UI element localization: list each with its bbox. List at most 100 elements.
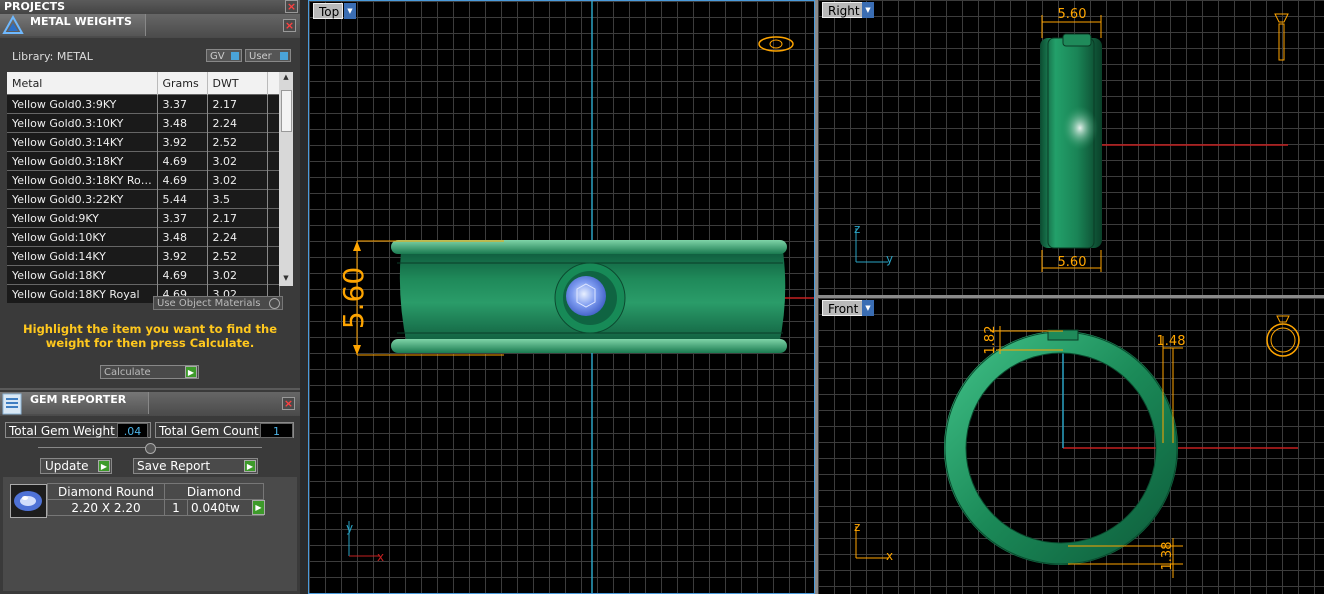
total-gem-weight-value: .04 [117, 423, 148, 438]
gem-row-header[interactable]: Diamond Round Diamond [47, 483, 264, 500]
total-gem-count-value: 1 [260, 423, 293, 438]
cell-grams: 4.69 [157, 170, 208, 190]
gem-thumbnail[interactable] [10, 484, 47, 518]
cell-grams: 4.69 [157, 265, 208, 285]
table-row[interactable]: Yellow Gold0.3:10KY 3.48 2.24 [7, 113, 280, 133]
round-diamond-icon [14, 491, 42, 511]
total-gem-count-label: Total Gem Count [159, 424, 259, 438]
cell-spacer [267, 189, 280, 209]
table-row[interactable]: Yellow Gold0.3:14KY 3.92 2.52 [7, 132, 280, 152]
col-metal-header[interactable]: Metal [7, 72, 158, 95]
calculate-label: Calculate [104, 367, 151, 378]
right-view-label[interactable]: Right [822, 2, 866, 18]
cell-metal: Yellow Gold0.3:14KY [7, 132, 158, 152]
metal-weights-title: METAL WEIGHTS [30, 15, 132, 28]
gem-stone[interactable] [566, 276, 606, 316]
calculate-button[interactable]: Calculate ▶ [100, 365, 199, 379]
cell-metal: Yellow Gold0.3:18KY Royal [7, 170, 158, 190]
table-row[interactable]: Yellow Gold0.3:18KY Royal 4.69 3.02 [7, 170, 280, 190]
front-view-dropdown-icon[interactable]: ▼ [862, 300, 874, 316]
gv-indicator-icon [231, 52, 239, 60]
user-toggle[interactable]: User [245, 49, 291, 62]
metal-weights-logo-icon [2, 15, 24, 34]
gem-weight-arrow-icon[interactable]: ▶ [252, 500, 265, 515]
top-viewport[interactable]: 5.60 y x Top ▼ [308, 0, 815, 594]
cell-metal: Yellow Gold:18KY Royal [7, 284, 158, 303]
save-report-arrow-icon: ▶ [244, 460, 256, 472]
scroll-up-icon[interactable]: ▲ [281, 73, 291, 83]
top-axis-y: y [346, 521, 353, 535]
projects-close-icon[interactable]: × [285, 0, 298, 13]
right-axis-z: z [854, 222, 860, 236]
cell-grams: 3.92 [157, 246, 208, 266]
right-dim-bottom: 5.60 [1058, 255, 1087, 270]
use-object-materials-label: Use Object Materials [157, 298, 261, 309]
top-view-dropdown-icon[interactable]: ▼ [344, 3, 356, 19]
right-view-dropdown-icon[interactable]: ▼ [862, 2, 874, 18]
cell-metal: Yellow Gold:14KY [7, 246, 158, 266]
front-view-label[interactable]: Front [822, 300, 866, 316]
right-viewport[interactable]: 5.60 5.60 z y Right ▼ [818, 0, 1324, 295]
gv-toggle[interactable]: GV [206, 49, 242, 62]
scroll-down-icon[interactable]: ▼ [281, 274, 291, 284]
cell-spacer [267, 246, 280, 266]
right-axis-y: y [886, 252, 893, 266]
cell-grams: 3.37 [157, 94, 208, 114]
col-dwt-header[interactable]: DWT [207, 72, 268, 95]
ring-upper-rim [391, 240, 787, 254]
table-row[interactable]: Yellow Gold:10KY 3.48 2.24 [7, 227, 280, 247]
projects-titlebar: PROJECTS × [0, 0, 300, 14]
table-row[interactable]: Yellow Gold0.3:22KY 5.44 3.5 [7, 189, 280, 209]
cell-spacer [267, 94, 280, 114]
cell-grams: 3.48 [157, 227, 208, 247]
cell-grams: 5.44 [157, 189, 208, 209]
table-row[interactable]: Yellow Gold:18KY 4.69 3.02 [7, 265, 280, 285]
cell-metal: Yellow Gold:10KY [7, 227, 158, 247]
table-row[interactable]: Yellow Gold0.3:18KY 4.69 3.02 [7, 151, 280, 171]
view-cube-top-icon[interactable] [758, 36, 794, 52]
metal-table-scrollbar[interactable]: ▲ ▼ [279, 72, 293, 286]
metal-table: Metal Grams DWT Yellow Gold0.3:9KY 3.37 2.… [7, 72, 280, 303]
radio-icon [269, 298, 280, 309]
view-cube-right-icon[interactable] [1274, 13, 1289, 61]
gem-row-values[interactable]: 2.20 X 2.20 1 0.040tw [47, 499, 264, 516]
cell-metal: Yellow Gold:9KY [7, 208, 158, 228]
gem-reporter-logo-icon [2, 393, 22, 415]
front-view-canvas[interactable]: 1.82 1.48 1.38 z x [818, 298, 1324, 594]
cell-dwt: 3.5 [207, 189, 268, 209]
cell-dwt: 2.52 [207, 246, 268, 266]
front-dim-b: 1.48 [1157, 334, 1186, 349]
use-object-materials-dropdown[interactable]: Use Object Materials [153, 296, 283, 310]
table-row[interactable]: Yellow Gold:9KY 3.37 2.17 [7, 208, 280, 228]
update-button[interactable]: Update ▶ [40, 458, 112, 474]
cell-grams: 3.48 [157, 113, 208, 133]
update-label: Update [45, 459, 89, 473]
cell-spacer [267, 170, 280, 190]
cell-dwt: 2.17 [207, 208, 268, 228]
library-label: Library: METAL [12, 50, 93, 63]
ring-lower-rim [391, 339, 787, 353]
top-view-canvas[interactable]: 5.60 y x [309, 1, 815, 594]
cell-spacer [267, 151, 280, 171]
save-report-button[interactable]: Save Report ▶ [133, 458, 258, 474]
scroll-thumb[interactable] [281, 90, 292, 132]
table-row[interactable]: Yellow Gold0.3:9KY 3.37 2.17 [7, 94, 280, 114]
front-viewport[interactable]: 1.82 1.48 1.38 z x Front ▼ [818, 298, 1324, 594]
top-view-label[interactable]: Top [313, 3, 343, 19]
calculate-notice: Highlight the item you want to find the … [23, 322, 277, 350]
cell-spacer [267, 132, 280, 152]
gem-reporter-close-icon[interactable]: × [282, 397, 295, 410]
panel-divider [0, 388, 300, 390]
metal-weights-close-icon[interactable]: × [283, 19, 296, 32]
col-grams-header[interactable]: Grams [157, 72, 208, 95]
right-view-canvas[interactable]: 5.60 5.60 z y [818, 0, 1324, 295]
splitter-handle-icon[interactable] [145, 443, 156, 454]
top-dim-label: 5.60 [337, 267, 370, 329]
metal-table-header: Metal Grams DWT [7, 72, 280, 95]
col-spacer-header [267, 72, 280, 95]
cell-metal: Yellow Gold0.3:22KY [7, 189, 158, 209]
cell-dwt: 2.17 [207, 94, 268, 114]
table-row[interactable]: Yellow Gold:14KY 3.92 2.52 [7, 246, 280, 266]
gem-table: Diamond Round Diamond 2.20 X 2.20 1 0.04… [47, 483, 264, 516]
view-cube-front-icon[interactable] [1266, 315, 1300, 357]
